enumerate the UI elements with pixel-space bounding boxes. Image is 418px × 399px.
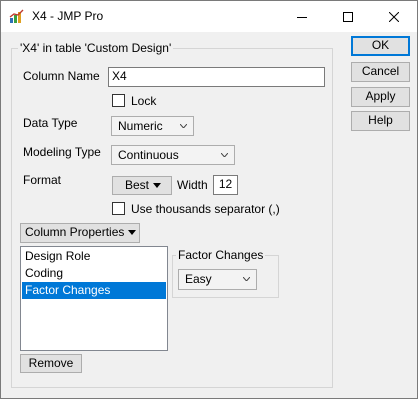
minimize-button[interactable] [279,1,325,32]
maximize-icon [343,11,353,22]
column-name-label: Column Name [23,69,100,83]
dropdown-arrow-icon [128,230,136,235]
remove-button[interactable]: Remove [20,354,82,373]
format-dropdown-button[interactable]: Best [112,176,172,195]
data-type-value: Numeric [118,119,163,133]
lock-checkbox[interactable] [112,94,125,107]
ok-button[interactable]: OK [351,36,410,56]
width-label: Width [177,178,208,192]
lock-label: Lock [131,94,157,108]
cancel-button[interactable]: Cancel [351,62,410,82]
dropdown-arrow-icon [153,183,161,188]
close-icon [389,11,399,22]
modeling-type-label: Modeling Type [23,145,101,159]
minimize-icon [297,16,307,18]
factor-changes-select[interactable]: Easy [178,269,257,290]
width-input[interactable]: 12 [213,175,238,195]
format-label: Format [23,173,62,187]
column-properties-button[interactable]: Column Properties [20,223,140,243]
thousands-separator-label: Use thousands separator (,) [131,202,280,216]
chevron-down-icon [243,277,250,281]
column-name-input[interactable]: X4 [108,67,325,87]
factor-changes-legend: Factor Changes [176,248,266,262]
maximize-button[interactable] [325,1,371,32]
data-type-select[interactable]: Numeric [111,116,194,136]
column-properties-list[interactable]: Design Role Coding Factor Changes [20,246,168,351]
group-legend: 'X4' in table 'Custom Design' [18,41,174,55]
list-item-factor-changes[interactable]: Factor Changes [22,282,166,299]
modeling-type-value: Continuous [118,148,179,162]
format-value: Best [125,178,150,192]
list-item-design-role[interactable]: Design Role [22,248,166,265]
jmp-app-icon [9,9,25,24]
data-type-label: Data Type [23,116,78,130]
column-properties-label: Column Properties [25,225,125,239]
title-bar[interactable]: X4 - JMP Pro [1,1,417,32]
thousands-separator-checkbox[interactable] [112,202,125,215]
chevron-down-icon [180,124,187,128]
window-title: X4 - JMP Pro [32,9,104,23]
factor-changes-value: Easy [185,272,212,286]
modeling-type-select[interactable]: Continuous [111,145,235,165]
chevron-down-icon [221,153,228,157]
dialog-window: X4 - JMP Pro 'X4' in table 'Custom Desig… [0,0,418,399]
close-button[interactable] [371,1,417,32]
help-button[interactable]: Help [351,111,410,131]
list-item-coding[interactable]: Coding [22,265,166,282]
apply-button[interactable]: Apply [351,87,410,107]
